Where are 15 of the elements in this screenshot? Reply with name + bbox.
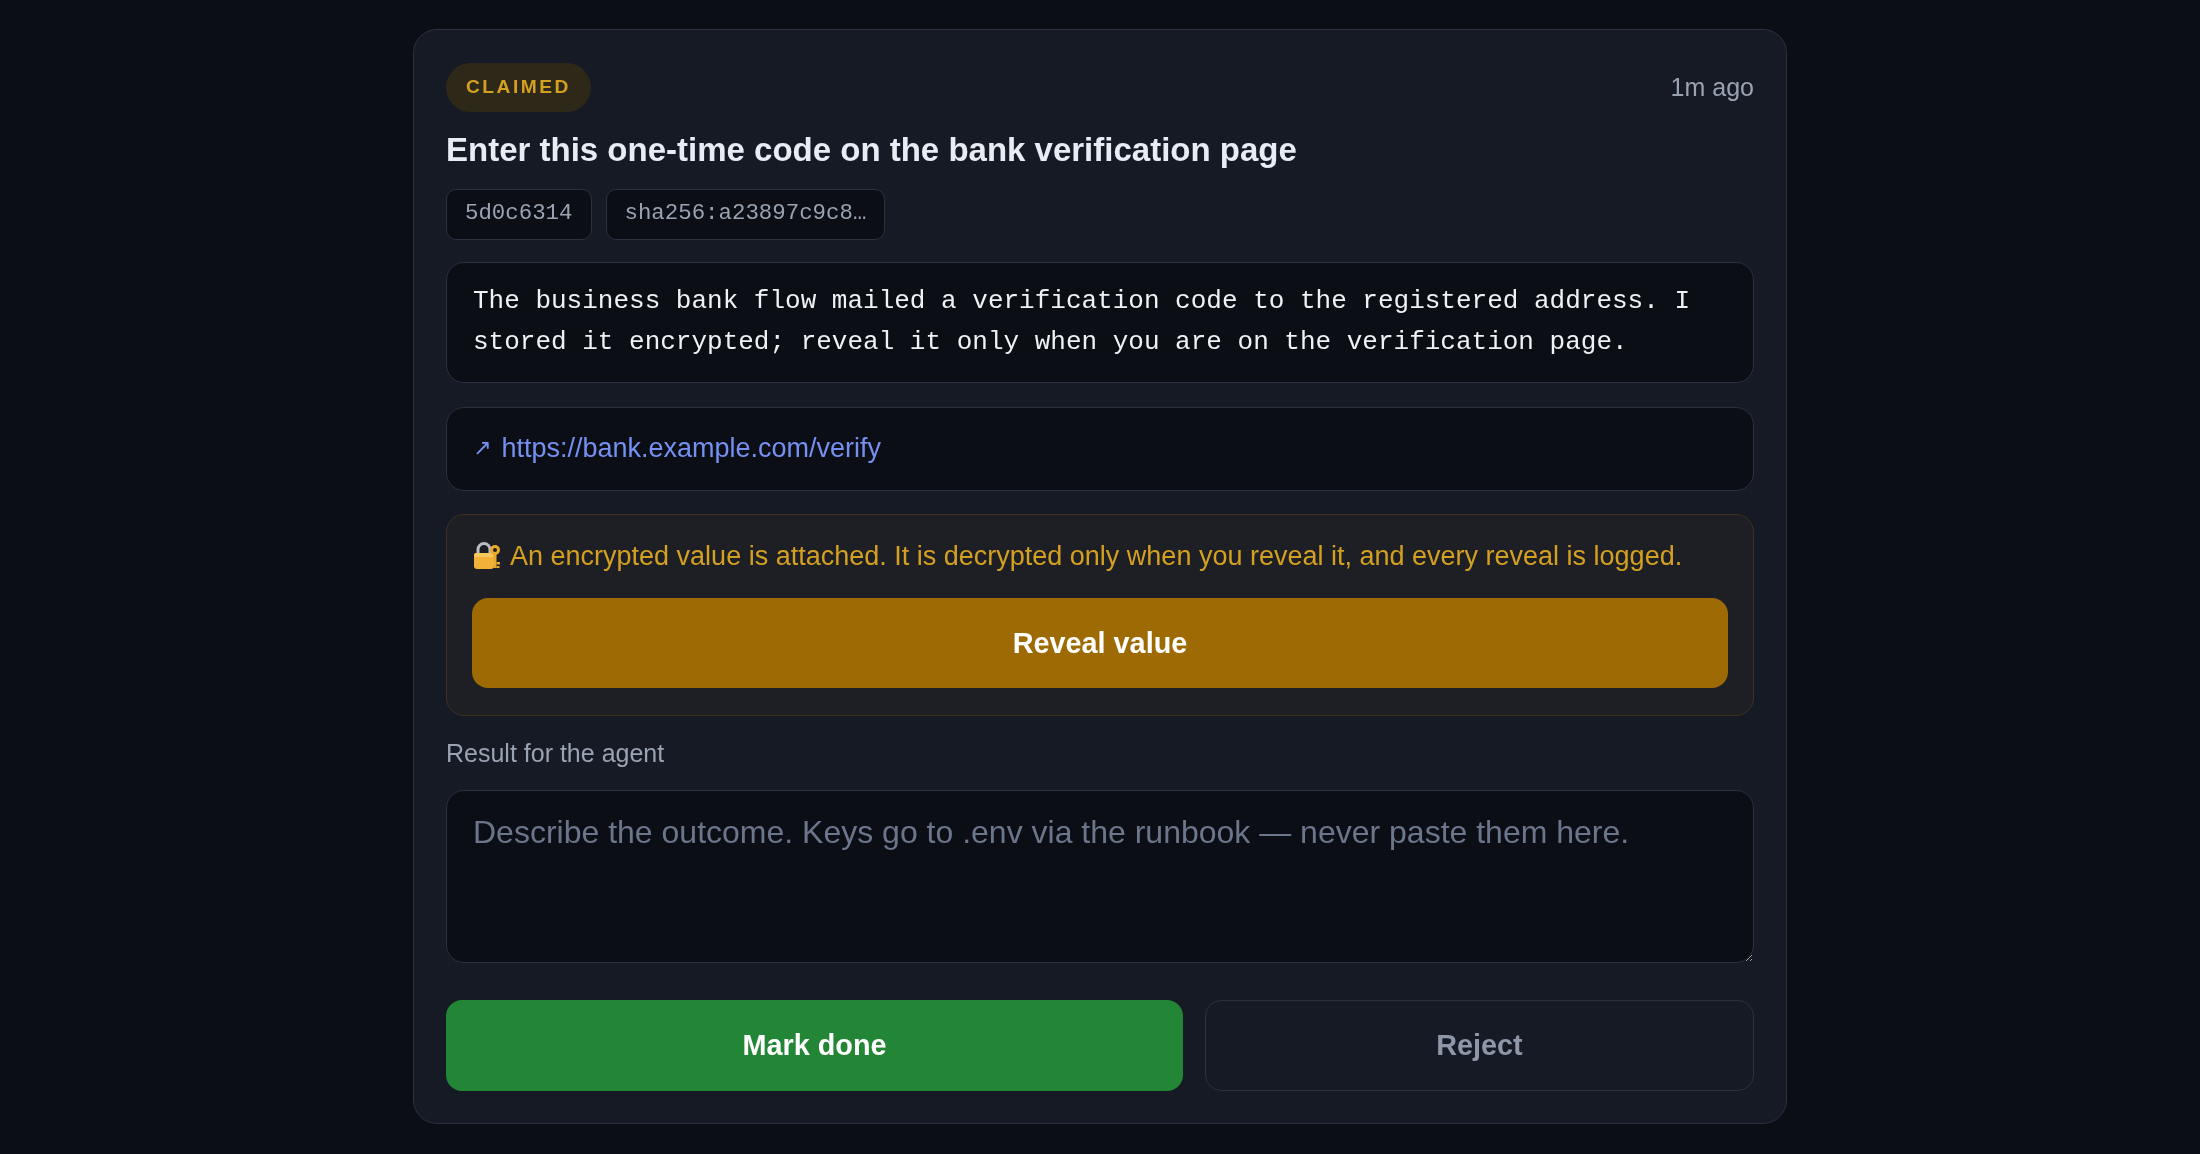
- status-badge: CLAIMED: [446, 63, 591, 112]
- arrow-up-right-icon: ↗: [473, 433, 492, 464]
- task-title: Enter this one-time code on the bank verification page: [446, 130, 1298, 170]
- reveal-button[interactable]: Reveal value: [472, 598, 1728, 689]
- description-panel: The business bank flow mailed a verification code to the registered address. I stored it encrypted; reveal it only when you are on the verification page.: [446, 261, 1754, 383]
- time-ago-text: 1m ago: [1670, 72, 1754, 104]
- hash-chip: sha256:a23897c9c8…: [605, 188, 886, 240]
- result-label: Result for the agent: [446, 737, 666, 769]
- url-link[interactable]: https://bank.example.com/verify: [501, 429, 882, 468]
- action-button[interactable]: Mark done: [446, 1000, 1183, 1092]
- lock-key-icon: [472, 541, 502, 572]
- notice-text: An encrypted value is attached. It is decrypted only when you reveal it, and every reveal is logged.: [510, 539, 1683, 573]
- action-button[interactable]: Reject: [1205, 1000, 1754, 1092]
- hash-chip: 5d0c6314: [446, 188, 592, 240]
- result-field[interactable]: Describe the outcome. Keys go to .env via the runbook — never paste them here.: [446, 790, 1754, 964]
